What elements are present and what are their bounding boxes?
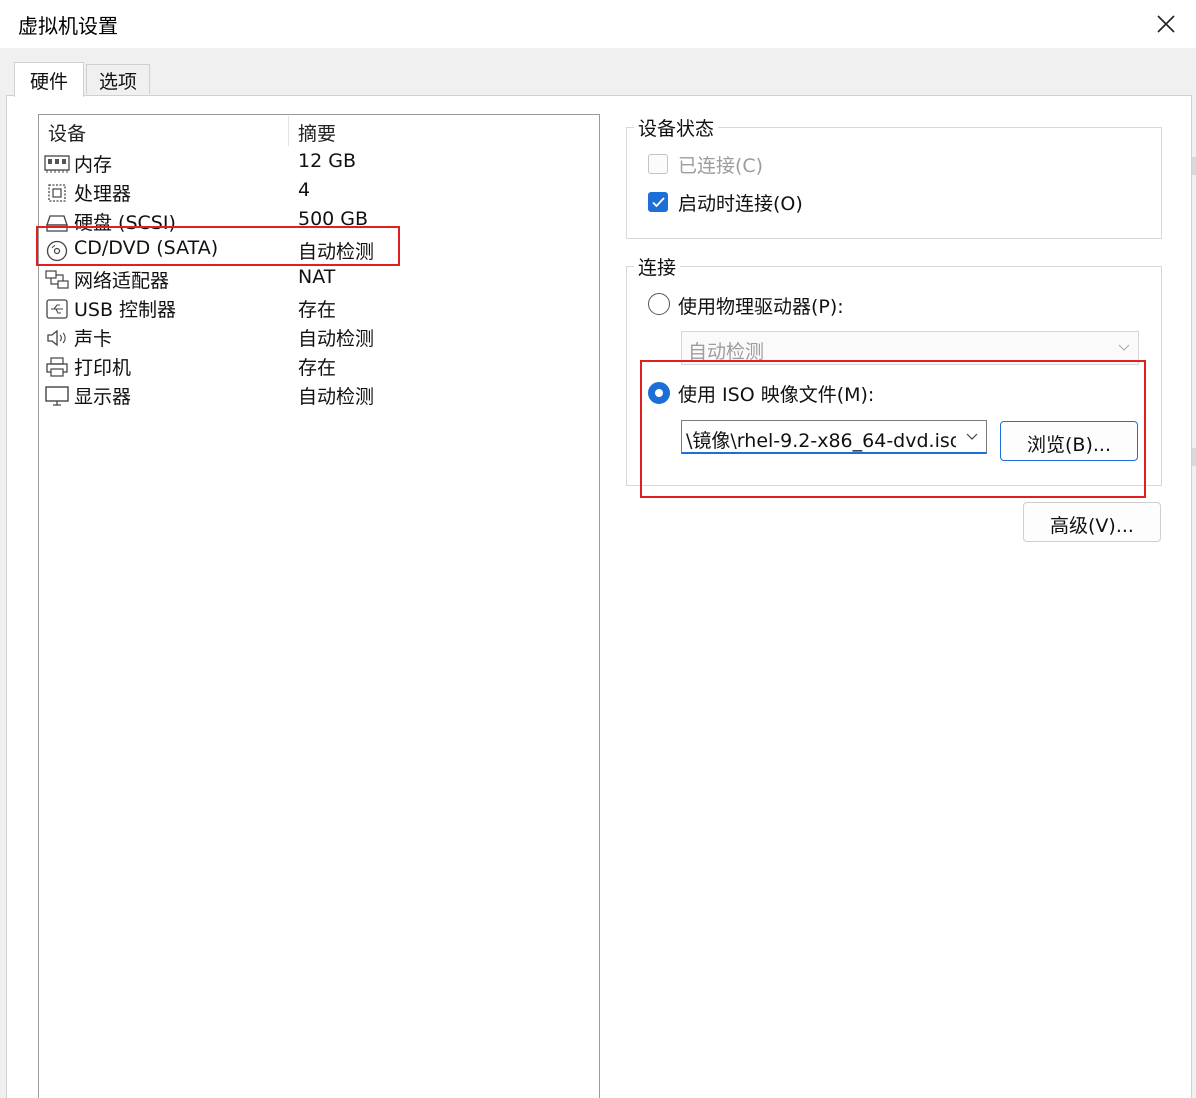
- usb-icon: [46, 299, 68, 319]
- column-header-summary[interactable]: 摘要: [298, 119, 336, 146]
- connected-label: 已连接(C): [678, 155, 764, 177]
- connection-title: 连接: [634, 253, 681, 280]
- device-row-usb-controller[interactable]: USB 控制器 存在: [42, 294, 542, 323]
- chevron-down-icon: [1118, 344, 1130, 351]
- annotation-highlight-cd-dvd: [36, 226, 400, 266]
- device-name: 内存: [74, 154, 113, 176]
- title-bar: 虚拟机设置: [0, 0, 1196, 48]
- device-row-memory[interactable]: 内存 12 GB: [42, 149, 542, 178]
- printer-icon: [46, 357, 68, 377]
- tab-options[interactable]: 选项: [86, 64, 150, 94]
- window-title: 虚拟机设置: [18, 14, 118, 38]
- device-name: 处理器: [74, 183, 132, 205]
- display-icon: [45, 386, 69, 406]
- device-name: 打印机: [74, 357, 132, 379]
- device-row-printer[interactable]: 打印机 存在: [42, 352, 542, 381]
- device-row-processor[interactable]: 处理器 4: [42, 178, 542, 207]
- device-row-display[interactable]: 显示器 自动检测: [42, 381, 542, 410]
- device-row-network-adapter[interactable]: 网络适配器 NAT: [42, 265, 542, 294]
- device-summary: 4: [298, 179, 311, 201]
- device-status-title: 设备状态: [634, 114, 719, 141]
- sound-card-icon: [47, 329, 66, 347]
- annotation-highlight-iso: [640, 360, 1146, 498]
- scrollbar-edge[interactable]: [1192, 448, 1196, 466]
- connected-checkbox[interactable]: [648, 154, 668, 174]
- close-icon: [1157, 15, 1175, 33]
- device-summary: 12 GB: [298, 150, 356, 172]
- device-status-group: [626, 127, 1162, 239]
- device-summary: 自动检测: [298, 328, 375, 350]
- physical-drive-label: 使用物理驱动器(P):: [678, 296, 844, 318]
- scrollbar-edge[interactable]: [1192, 157, 1196, 175]
- network-adapter-icon: [45, 270, 69, 289]
- cpu-icon: [48, 184, 66, 202]
- device-name: 显示器: [74, 386, 132, 408]
- device-summary: NAT: [298, 266, 336, 288]
- connect-at-power-on-checkbox[interactable]: [648, 192, 668, 212]
- advanced-button[interactable]: 高级(V)...: [1023, 502, 1161, 542]
- column-separator[interactable]: [288, 116, 289, 146]
- device-summary: 存在: [298, 299, 337, 321]
- close-button[interactable]: [1146, 6, 1186, 42]
- physical-drive-radio[interactable]: [648, 293, 670, 315]
- connect-at-power-on-label: 启动时连接(O): [678, 193, 803, 215]
- checkmark-icon: [652, 197, 665, 208]
- device-summary: 存在: [298, 357, 337, 379]
- device-name: 声卡: [74, 328, 113, 350]
- device-name: USB 控制器: [74, 299, 177, 321]
- device-summary: 自动检测: [298, 386, 375, 408]
- tab-hardware[interactable]: 硬件: [14, 62, 84, 97]
- device-name: 网络适配器: [74, 270, 170, 292]
- device-row-sound-card[interactable]: 声卡 自动检测: [42, 323, 542, 352]
- memory-icon: [44, 155, 70, 173]
- column-header-device[interactable]: 设备: [48, 119, 86, 146]
